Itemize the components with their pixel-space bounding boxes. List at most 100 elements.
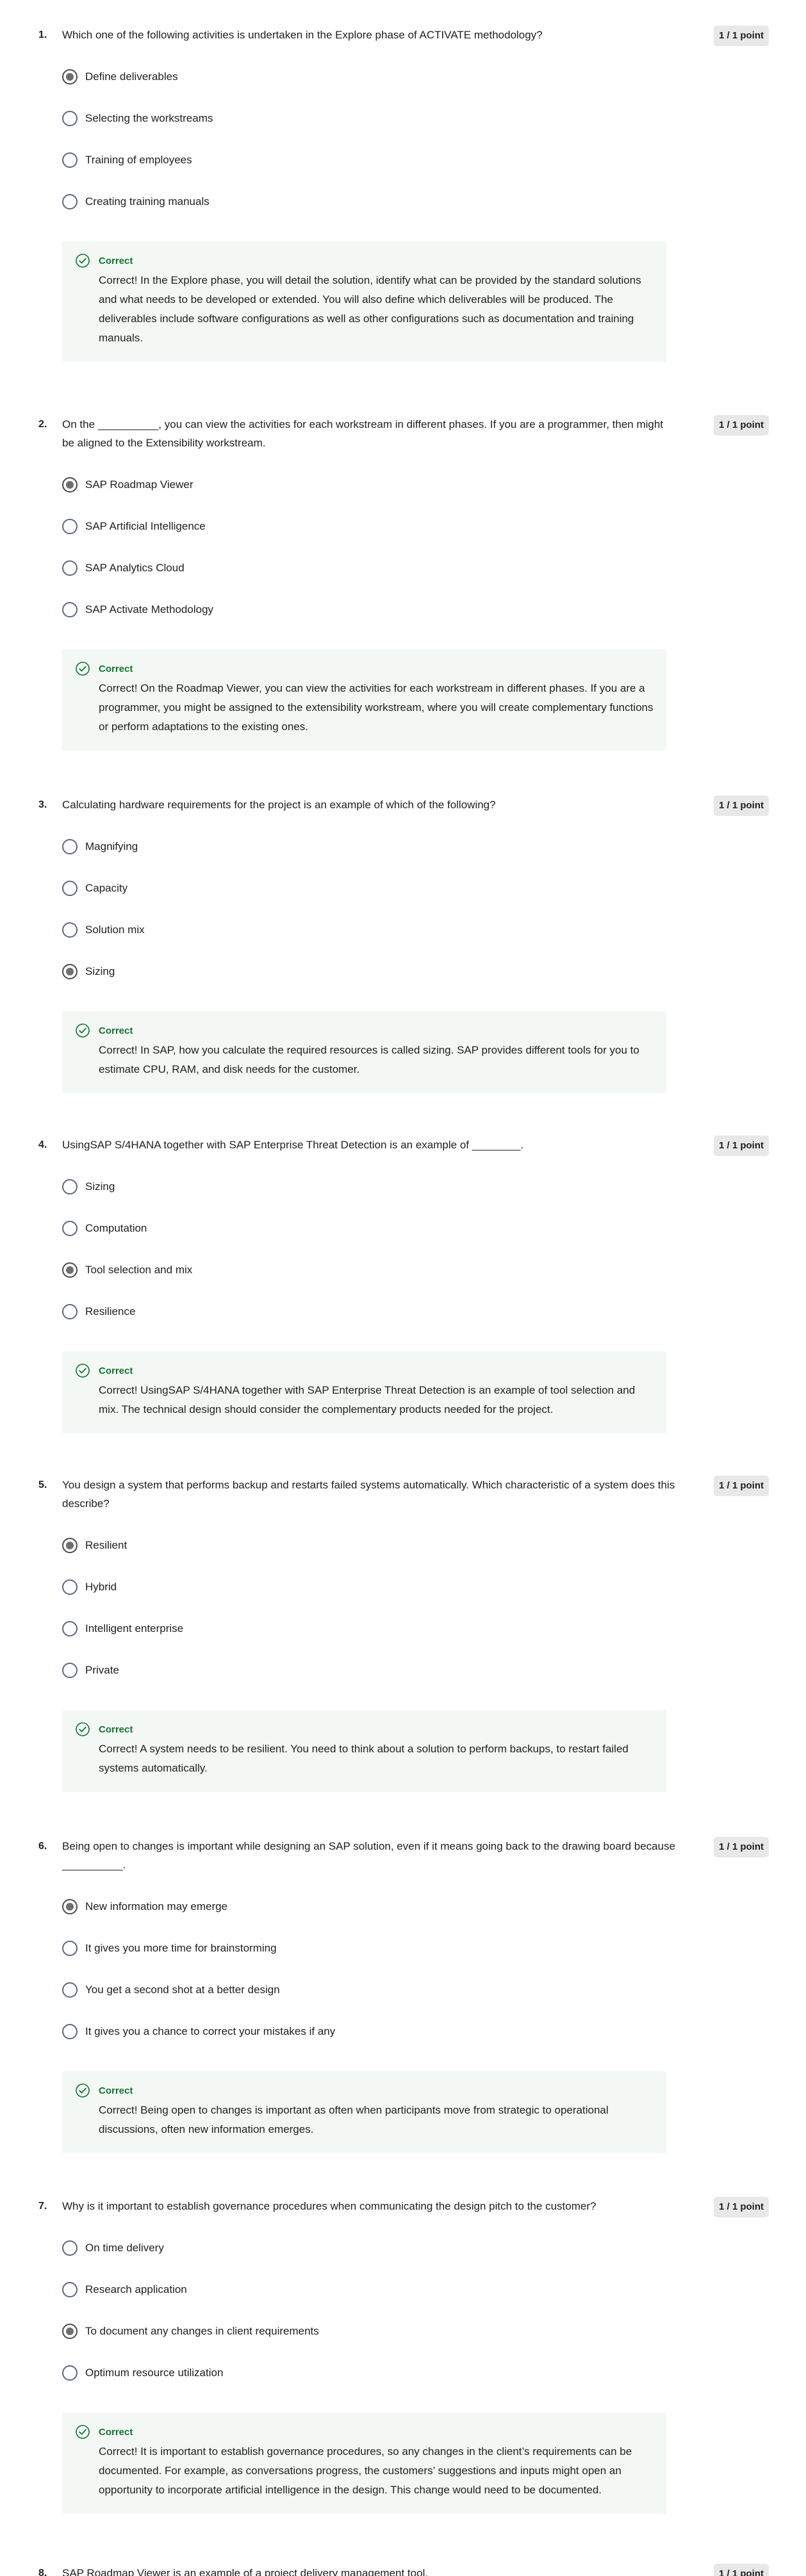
radio-button[interactable] bbox=[62, 1220, 78, 1236]
radio-button[interactable] bbox=[62, 1303, 78, 1319]
option-3[interactable]: To document any changes in client requir… bbox=[62, 2310, 769, 2352]
radio-button[interactable] bbox=[62, 69, 78, 85]
option-4[interactable]: Sizing bbox=[62, 950, 769, 992]
radio-button[interactable] bbox=[62, 560, 78, 576]
option-3[interactable]: Intelligent enterprise bbox=[62, 1608, 769, 1649]
option-label: Sizing bbox=[85, 965, 115, 977]
option-2[interactable]: Capacity bbox=[62, 867, 769, 909]
option-4[interactable]: Resilience bbox=[62, 1291, 769, 1332]
feedback-title: Correct bbox=[99, 255, 133, 266]
radio-button[interactable] bbox=[62, 152, 78, 168]
radio-button[interactable] bbox=[62, 2323, 78, 2339]
feedback-box: Correct Correct! It is important to estab… bbox=[62, 2413, 666, 2514]
question-number: 1. bbox=[38, 29, 47, 40]
feedback-box: Correct Correct! Being open to changes is… bbox=[62, 2071, 666, 2153]
points-badge: 1 / 1 point bbox=[713, 1476, 769, 1496]
option-4[interactable]: Optimum resource utilization bbox=[62, 2352, 769, 2393]
radio-button[interactable] bbox=[62, 1579, 78, 1595]
option-label: Research application bbox=[85, 2283, 187, 2295]
option-3[interactable]: You get a second shot at a better design bbox=[62, 1969, 769, 2010]
check-circle-icon bbox=[75, 2424, 90, 2440]
option-1[interactable]: New information may emerge bbox=[62, 1886, 769, 1927]
feedback-title: Correct bbox=[99, 663, 133, 674]
question-header: 2. On the __________, you can view the ac… bbox=[38, 415, 769, 452]
option-1[interactable]: Sizing bbox=[62, 1166, 769, 1207]
check-circle-icon bbox=[75, 661, 90, 676]
radio-button[interactable] bbox=[62, 1940, 78, 1956]
option-label: Capacity bbox=[85, 881, 128, 894]
option-label: Sizing bbox=[85, 1180, 115, 1193]
radio-button[interactable] bbox=[62, 1620, 78, 1636]
feedback-title: Correct bbox=[99, 1365, 133, 1376]
option-label: It gives you more time for brainstorming bbox=[85, 1941, 277, 1954]
feedback-box: Correct Correct! In the Explore phase, yo… bbox=[62, 241, 666, 362]
feedback-text: Correct! On the Roadmap Viewer, you can … bbox=[99, 682, 654, 733]
option-2[interactable]: Selecting the workstreams bbox=[62, 97, 769, 139]
radio-button[interactable] bbox=[62, 110, 78, 126]
check-circle-icon bbox=[75, 1363, 90, 1378]
option-label: On time delivery bbox=[85, 2241, 164, 2254]
question-header: 8. SAP Roadmap Viewer is an example of a … bbox=[38, 2564, 769, 2576]
feedback-header: Correct bbox=[75, 1023, 654, 1038]
radio-button[interactable] bbox=[62, 963, 78, 979]
radio-button[interactable] bbox=[62, 922, 78, 938]
option-2[interactable]: Research application bbox=[62, 2269, 769, 2310]
option-3[interactable]: Training of employees bbox=[62, 139, 769, 181]
question-1: 1. Which one of the following activities … bbox=[38, 26, 769, 362]
question-header: 7. Why is it important to establish gover… bbox=[38, 2197, 769, 2215]
feedback-header: Correct bbox=[75, 2424, 654, 2440]
option-4[interactable]: It gives you a chance to correct your mi… bbox=[62, 2010, 769, 2052]
question-number: 3. bbox=[38, 799, 47, 810]
feedback-title: Correct bbox=[99, 2085, 133, 2096]
option-2[interactable]: SAP Artificial Intelligence bbox=[62, 505, 769, 547]
option-1[interactable]: SAP Roadmap Viewer bbox=[62, 464, 769, 505]
option-label: Resilience bbox=[85, 1305, 136, 1317]
option-label: Solution mix bbox=[85, 923, 145, 936]
option-2[interactable]: Hybrid bbox=[62, 1566, 769, 1608]
quiz-page: 1. Which one of the following activities … bbox=[0, 0, 806, 2576]
question-text: Which one of the following activities is… bbox=[62, 29, 543, 41]
radio-button[interactable] bbox=[62, 518, 78, 534]
option-label: SAP Artificial Intelligence bbox=[85, 519, 206, 532]
radio-button[interactable] bbox=[62, 838, 78, 854]
question-number: 5. bbox=[38, 1480, 47, 1490]
radio-button[interactable] bbox=[62, 1262, 78, 1278]
radio-button[interactable] bbox=[62, 1898, 78, 1914]
option-3[interactable]: Solution mix bbox=[62, 909, 769, 950]
radio-button[interactable] bbox=[62, 1537, 78, 1553]
points-badge: 1 / 1 point bbox=[713, 415, 769, 436]
radio-button[interactable] bbox=[62, 1662, 78, 1678]
question-5: 5. You design a system that performs back… bbox=[38, 1476, 769, 1792]
option-4[interactable]: SAP Activate Methodology bbox=[62, 589, 769, 630]
feedback-title: Correct bbox=[99, 1025, 133, 1036]
option-label: Optimum resource utilization bbox=[85, 2366, 224, 2379]
option-2[interactable]: Computation bbox=[62, 1207, 769, 1249]
radio-button[interactable] bbox=[62, 193, 78, 209]
radio-button[interactable] bbox=[62, 1982, 78, 1998]
radio-button[interactable] bbox=[62, 477, 78, 493]
question-text: You design a system that performs backup… bbox=[62, 1479, 675, 1510]
feedback-header: Correct bbox=[75, 1363, 654, 1378]
radio-button[interactable] bbox=[62, 2281, 78, 2297]
option-4[interactable]: Private bbox=[62, 1649, 769, 1691]
radio-button[interactable] bbox=[62, 2365, 78, 2381]
question-4: 4. UsingSAP S/4HANA together with SAP Ent… bbox=[38, 1136, 769, 1433]
points-badge: 1 / 1 point bbox=[713, 26, 769, 46]
option-3[interactable]: Tool selection and mix bbox=[62, 1249, 769, 1291]
option-1[interactable]: Magnifying bbox=[62, 826, 769, 867]
option-1[interactable]: On time delivery bbox=[62, 2227, 769, 2269]
option-4[interactable]: Creating training manuals bbox=[62, 181, 769, 222]
radio-button[interactable] bbox=[62, 880, 78, 896]
option-1[interactable]: Resilient bbox=[62, 1524, 769, 1566]
question-8: 8. SAP Roadmap Viewer is an example of a … bbox=[38, 2564, 769, 2576]
options-list: New information may emerge It gives you m… bbox=[62, 1886, 769, 2052]
option-1[interactable]: Define deliverables bbox=[62, 56, 769, 97]
option-label: Tool selection and mix bbox=[85, 1263, 193, 1276]
radio-button[interactable] bbox=[62, 2240, 78, 2256]
radio-button[interactable] bbox=[62, 2023, 78, 2039]
option-2[interactable]: It gives you more time for brainstorming bbox=[62, 1927, 769, 1969]
option-3[interactable]: SAP Analytics Cloud bbox=[62, 547, 769, 589]
option-label: Magnifying bbox=[85, 840, 138, 852]
radio-button[interactable] bbox=[62, 1178, 78, 1194]
radio-button[interactable] bbox=[62, 601, 78, 617]
